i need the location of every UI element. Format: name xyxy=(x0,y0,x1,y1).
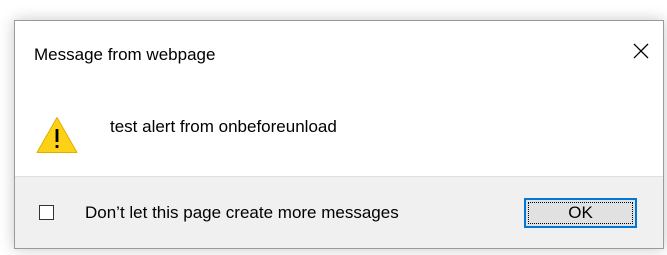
alert-message: test alert from onbeforeunload xyxy=(110,117,337,136)
alert-dialog: Message from webpage test alert from onb… xyxy=(14,20,664,249)
dialog-footer: Don’t let this page create more messages… xyxy=(15,176,663,248)
suppress-messages-label[interactable]: Don’t let this page create more messages xyxy=(85,203,399,223)
dialog-title: Message from webpage xyxy=(34,45,216,64)
dialog-titlebar: Message from webpage xyxy=(15,21,663,77)
ok-button[interactable]: OK xyxy=(524,198,637,228)
suppress-messages-checkbox[interactable] xyxy=(39,205,54,220)
close-icon xyxy=(633,43,649,59)
warning-icon xyxy=(36,117,78,153)
ok-button-label: OK xyxy=(568,203,593,222)
dialog-content: test alert from onbeforeunload xyxy=(15,77,663,177)
close-button[interactable] xyxy=(621,31,661,71)
